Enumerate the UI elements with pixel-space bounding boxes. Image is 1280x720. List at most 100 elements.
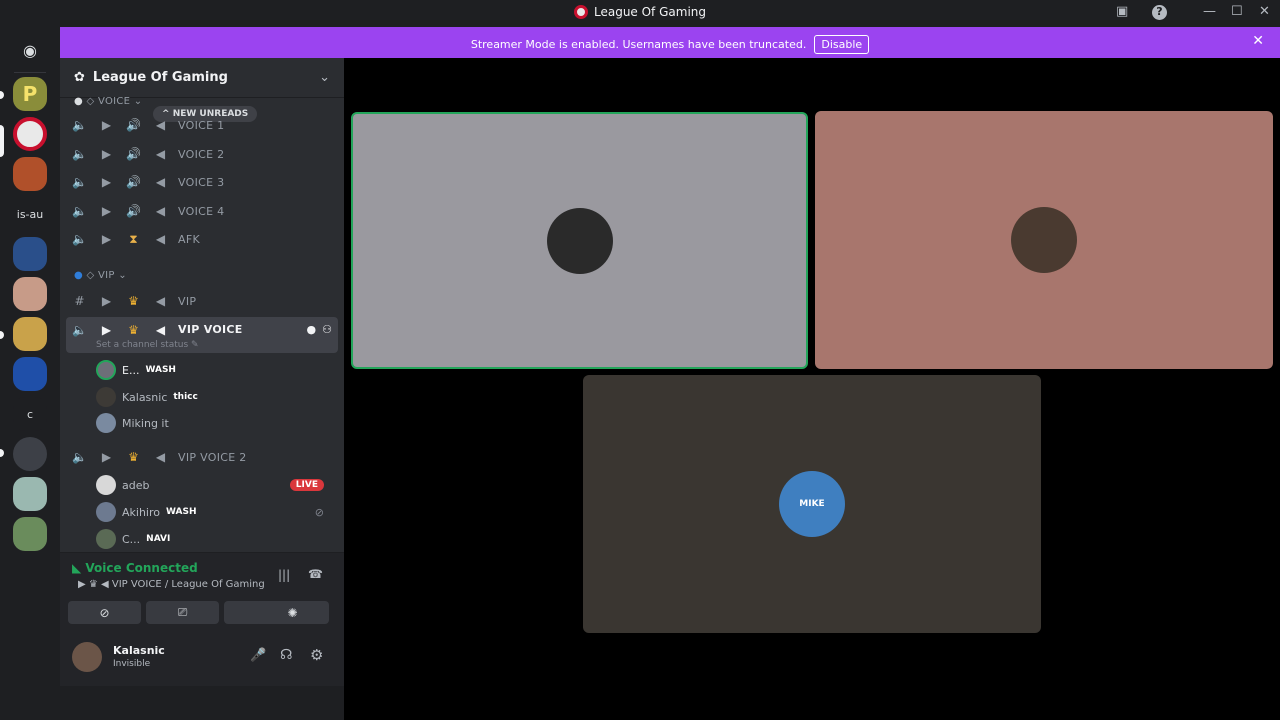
camera-button[interactable]: ⊘ <box>68 601 141 624</box>
crown-icon: ♛ <box>128 323 139 337</box>
channel-voice-2[interactable]: 🔈 ▶ 🔊 ◀ VOICE 2 <box>66 140 338 168</box>
screen-share-button[interactable]: ⎚ <box>146 601 219 624</box>
headphones-icon[interactable]: ☊ <box>280 647 292 663</box>
muted-icon: ⊘ <box>314 505 324 519</box>
channel-voice-3[interactable]: 🔈 ▶ 🔊 ◀ VOICE 3 <box>66 168 338 196</box>
close-icon[interactable]: ✕ <box>1252 33 1264 49</box>
server-header[interactable]: ✿ League Of Gaming ⌄ <box>60 58 344 98</box>
channel-status-prompt[interactable]: Set a channel status ✎ <box>96 340 199 350</box>
channel-vip-voice-2[interactable]: 🔈 ▶ ♛ ◀ VIP VOICE 2 <box>66 443 338 471</box>
disable-button[interactable]: Disable <box>814 35 870 54</box>
inbox-icon[interactable]: ▣ <box>1116 4 1128 19</box>
server-rail: ◉ P is-au c <box>0 27 60 720</box>
avatar[interactable] <box>72 642 102 672</box>
close-window-button[interactable]: ✕ <box>1259 4 1270 19</box>
server-logo-icon <box>573 5 588 19</box>
sound-icon: 🔊 <box>126 118 141 132</box>
unread-pill <box>0 91 4 99</box>
avatar <box>546 207 613 274</box>
channel-voice-1[interactable]: 🔈 ▶ 🔊 ◀ VOICE 1 <box>66 111 338 139</box>
channel-status-text: Set a channel status <box>96 340 189 350</box>
microphone-icon[interactable]: 🎤 <box>250 648 266 663</box>
server-icon-c[interactable]: c <box>13 397 47 431</box>
arrow-icon: ◀ <box>155 323 166 337</box>
voice-connected-status[interactable]: ◣ Voice Connected <box>72 561 198 575</box>
category-vip[interactable]: ● ◇ VIP ⌄ <box>74 270 127 281</box>
voice-user[interactable]: adeb LIVE <box>96 473 332 497</box>
category-voice[interactable]: ● ◇ VOICE ⌄ <box>74 96 142 107</box>
selected-pill <box>0 125 4 157</box>
speaker-icon: 🔈 <box>72 232 87 246</box>
hourglass-icon: ⧗ <box>129 231 138 246</box>
arrow-icon: ◀ <box>155 450 166 464</box>
play-icon: ▶ <box>101 204 112 218</box>
server-icon-5[interactable] <box>13 237 47 271</box>
user-tag: WASH <box>166 507 197 517</box>
unread-pill <box>0 331 4 339</box>
chevron-down-icon: ⌄ <box>319 70 330 85</box>
server-icon-11[interactable] <box>13 477 47 511</box>
server-icon-iced[interactable] <box>13 357 47 391</box>
help-icon[interactable]: ? <box>1152 5 1167 20</box>
channel-label: AFK <box>178 232 200 246</box>
gear-icon[interactable]: ⚙ <box>310 646 323 664</box>
server-icon-10[interactable] <box>13 437 47 471</box>
voice-user[interactable]: C... NAVI <box>96 527 170 551</box>
avatar <box>96 475 116 495</box>
voice-user[interactable]: Kalasnic thicc <box>96 385 198 409</box>
sound-icon: 🔊 <box>126 147 141 161</box>
server-icon-1[interactable]: P <box>13 77 47 111</box>
speaker-icon: 🔈 <box>72 450 87 464</box>
user-name: adeb <box>122 478 150 492</box>
channel-label: VOICE 4 <box>178 204 225 218</box>
server-icon-isau[interactable]: is-au <box>13 197 47 231</box>
category-vip-label: ◇ VIP <box>86 270 115 281</box>
avatar: MIKE <box>779 471 845 537</box>
voice-location[interactable]: ▶ ♛ ◀ VIP VOICE / League Of Gaming <box>78 579 265 590</box>
arrow-icon: ◀ <box>155 204 166 218</box>
channel-label: VOICE 3 <box>178 175 225 189</box>
dot-icon: ● <box>74 270 84 281</box>
video-tile[interactable] <box>351 112 808 369</box>
server-icon-6[interactable] <box>13 277 47 311</box>
channel-voice-4[interactable]: 🔈 ▶ 🔊 ◀ VOICE 4 <box>66 197 338 225</box>
voice-user[interactable]: Miking it <box>96 411 175 435</box>
server-icon-league[interactable] <box>13 117 47 151</box>
user-name: C... <box>122 532 141 546</box>
gear-icon: ✿ <box>74 70 85 85</box>
sound-icon: 🔊 <box>126 204 141 218</box>
server-icon-12[interactable] <box>13 517 47 551</box>
user-status: Invisible <box>113 659 151 669</box>
arrow-icon: ◀ <box>155 118 166 132</box>
discord-home-icon[interactable]: ◉ <box>13 33 47 67</box>
channel-vip[interactable]: # ▶ ♛ ◀ VIP <box>66 287 338 315</box>
channel-label: VOICE 2 <box>178 147 225 161</box>
dot-icon: ● <box>74 96 84 107</box>
play-icon: ▶ <box>101 323 112 337</box>
soundboard-button[interactable]: ✺ <box>256 601 329 624</box>
voice-user[interactable]: E... WASH <box>96 358 176 382</box>
user-tag: NAVI <box>146 534 171 544</box>
voice-user[interactable]: Akihiro WASH ⊘ <box>96 500 332 524</box>
chat-icon[interactable]: ● <box>307 323 317 336</box>
speaker-icon: 🔈 <box>72 204 87 218</box>
user-name: Kalasnic <box>113 644 165 657</box>
video-tile[interactable] <box>815 111 1273 369</box>
channel-label: VIP VOICE 2 <box>178 450 247 464</box>
add-user-icon[interactable]: ⚇ <box>322 323 332 336</box>
voice-status-label: Voice Connected <box>85 561 198 575</box>
noise-suppression-icon[interactable]: ||| <box>278 568 290 582</box>
server-icon-3[interactable] <box>13 157 47 191</box>
live-badge: LIVE <box>289 479 324 491</box>
disconnect-icon[interactable]: ☎ <box>308 567 323 581</box>
server-icon-7[interactable] <box>13 317 47 351</box>
channel-afk[interactable]: 🔈 ▶ ⧗ ◀ AFK <box>66 225 338 253</box>
avatar <box>96 413 116 433</box>
channel-label: VIP VOICE <box>178 323 243 336</box>
video-tile[interactable]: MIKE <box>583 375 1041 633</box>
streamer-mode-banner: Streamer Mode is enabled. Usernames have… <box>60 27 1280 58</box>
maximize-button[interactable]: ☐ <box>1231 4 1243 19</box>
video-stage: MIKE <box>344 58 1280 720</box>
category-voice-label: ◇ VOICE <box>86 96 131 107</box>
minimize-button[interactable]: — <box>1203 4 1216 19</box>
